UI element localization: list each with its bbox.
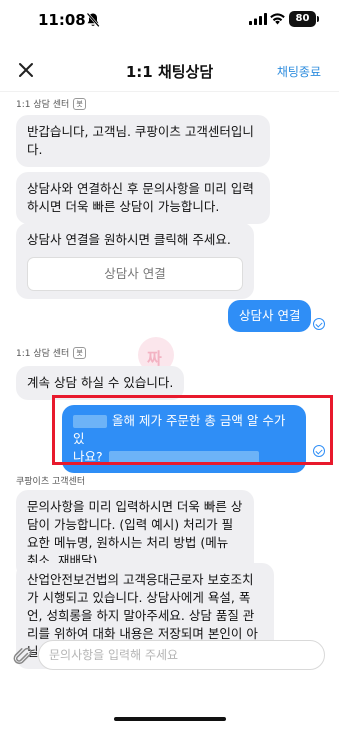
bot-sender-label: 1:1 상담 센터 봇 — [16, 97, 86, 110]
home-indicator — [114, 717, 226, 721]
bell-off-icon — [86, 12, 100, 28]
connect-prompt-text: 상담사 연결을 원하시면 클릭해 주세요. — [27, 232, 231, 247]
center-sender-label: 쿠팡이츠 고객센터 — [16, 474, 85, 487]
center-name: 쿠팡이츠 고객센터 — [16, 477, 86, 487]
end-chat-button[interactable]: 채팅종료 — [277, 63, 321, 80]
paperclip-icon[interactable] — [12, 645, 34, 667]
connect-agent-button[interactable]: 상담사 연결 — [27, 257, 243, 291]
message-connect-tip: 상담사와 연결하신 후 문의사항을 미리 입력하시면 더욱 빠른 상담이 가능합… — [16, 172, 270, 224]
bot-sender-label: 1:1 상담 센터 봇 — [16, 346, 86, 359]
message-user-connect: 상담사 연결 — [228, 300, 312, 332]
message-input[interactable] — [38, 640, 325, 670]
status-bar: 11:08 80 — [0, 0, 339, 44]
bot-badge: 봇 — [73, 97, 86, 110]
bot-badge: 봇 — [73, 346, 86, 359]
message-connect-prompt: 상담사 연결을 원하시면 클릭해 주세요. 상담사 연결 — [16, 223, 254, 299]
sender-name: 1:1 상담 센터 — [16, 349, 70, 359]
highlight-box — [52, 395, 333, 465]
check-circle-icon — [313, 318, 325, 330]
sender-name: 1:1 상담 센터 — [16, 100, 70, 110]
cellular-signal-icon — [249, 13, 267, 25]
battery-indicator: 80 — [289, 11, 319, 27]
wifi-icon — [270, 13, 285, 25]
chat-header: 1:1 채팅상담 채팅종료 — [0, 48, 339, 92]
message-greeting: 반갑습니다, 고객님. 쿠팡이츠 고객센터입니다. — [16, 115, 270, 167]
message-input-bar — [0, 636, 339, 676]
status-time: 11:08 — [38, 11, 86, 29]
